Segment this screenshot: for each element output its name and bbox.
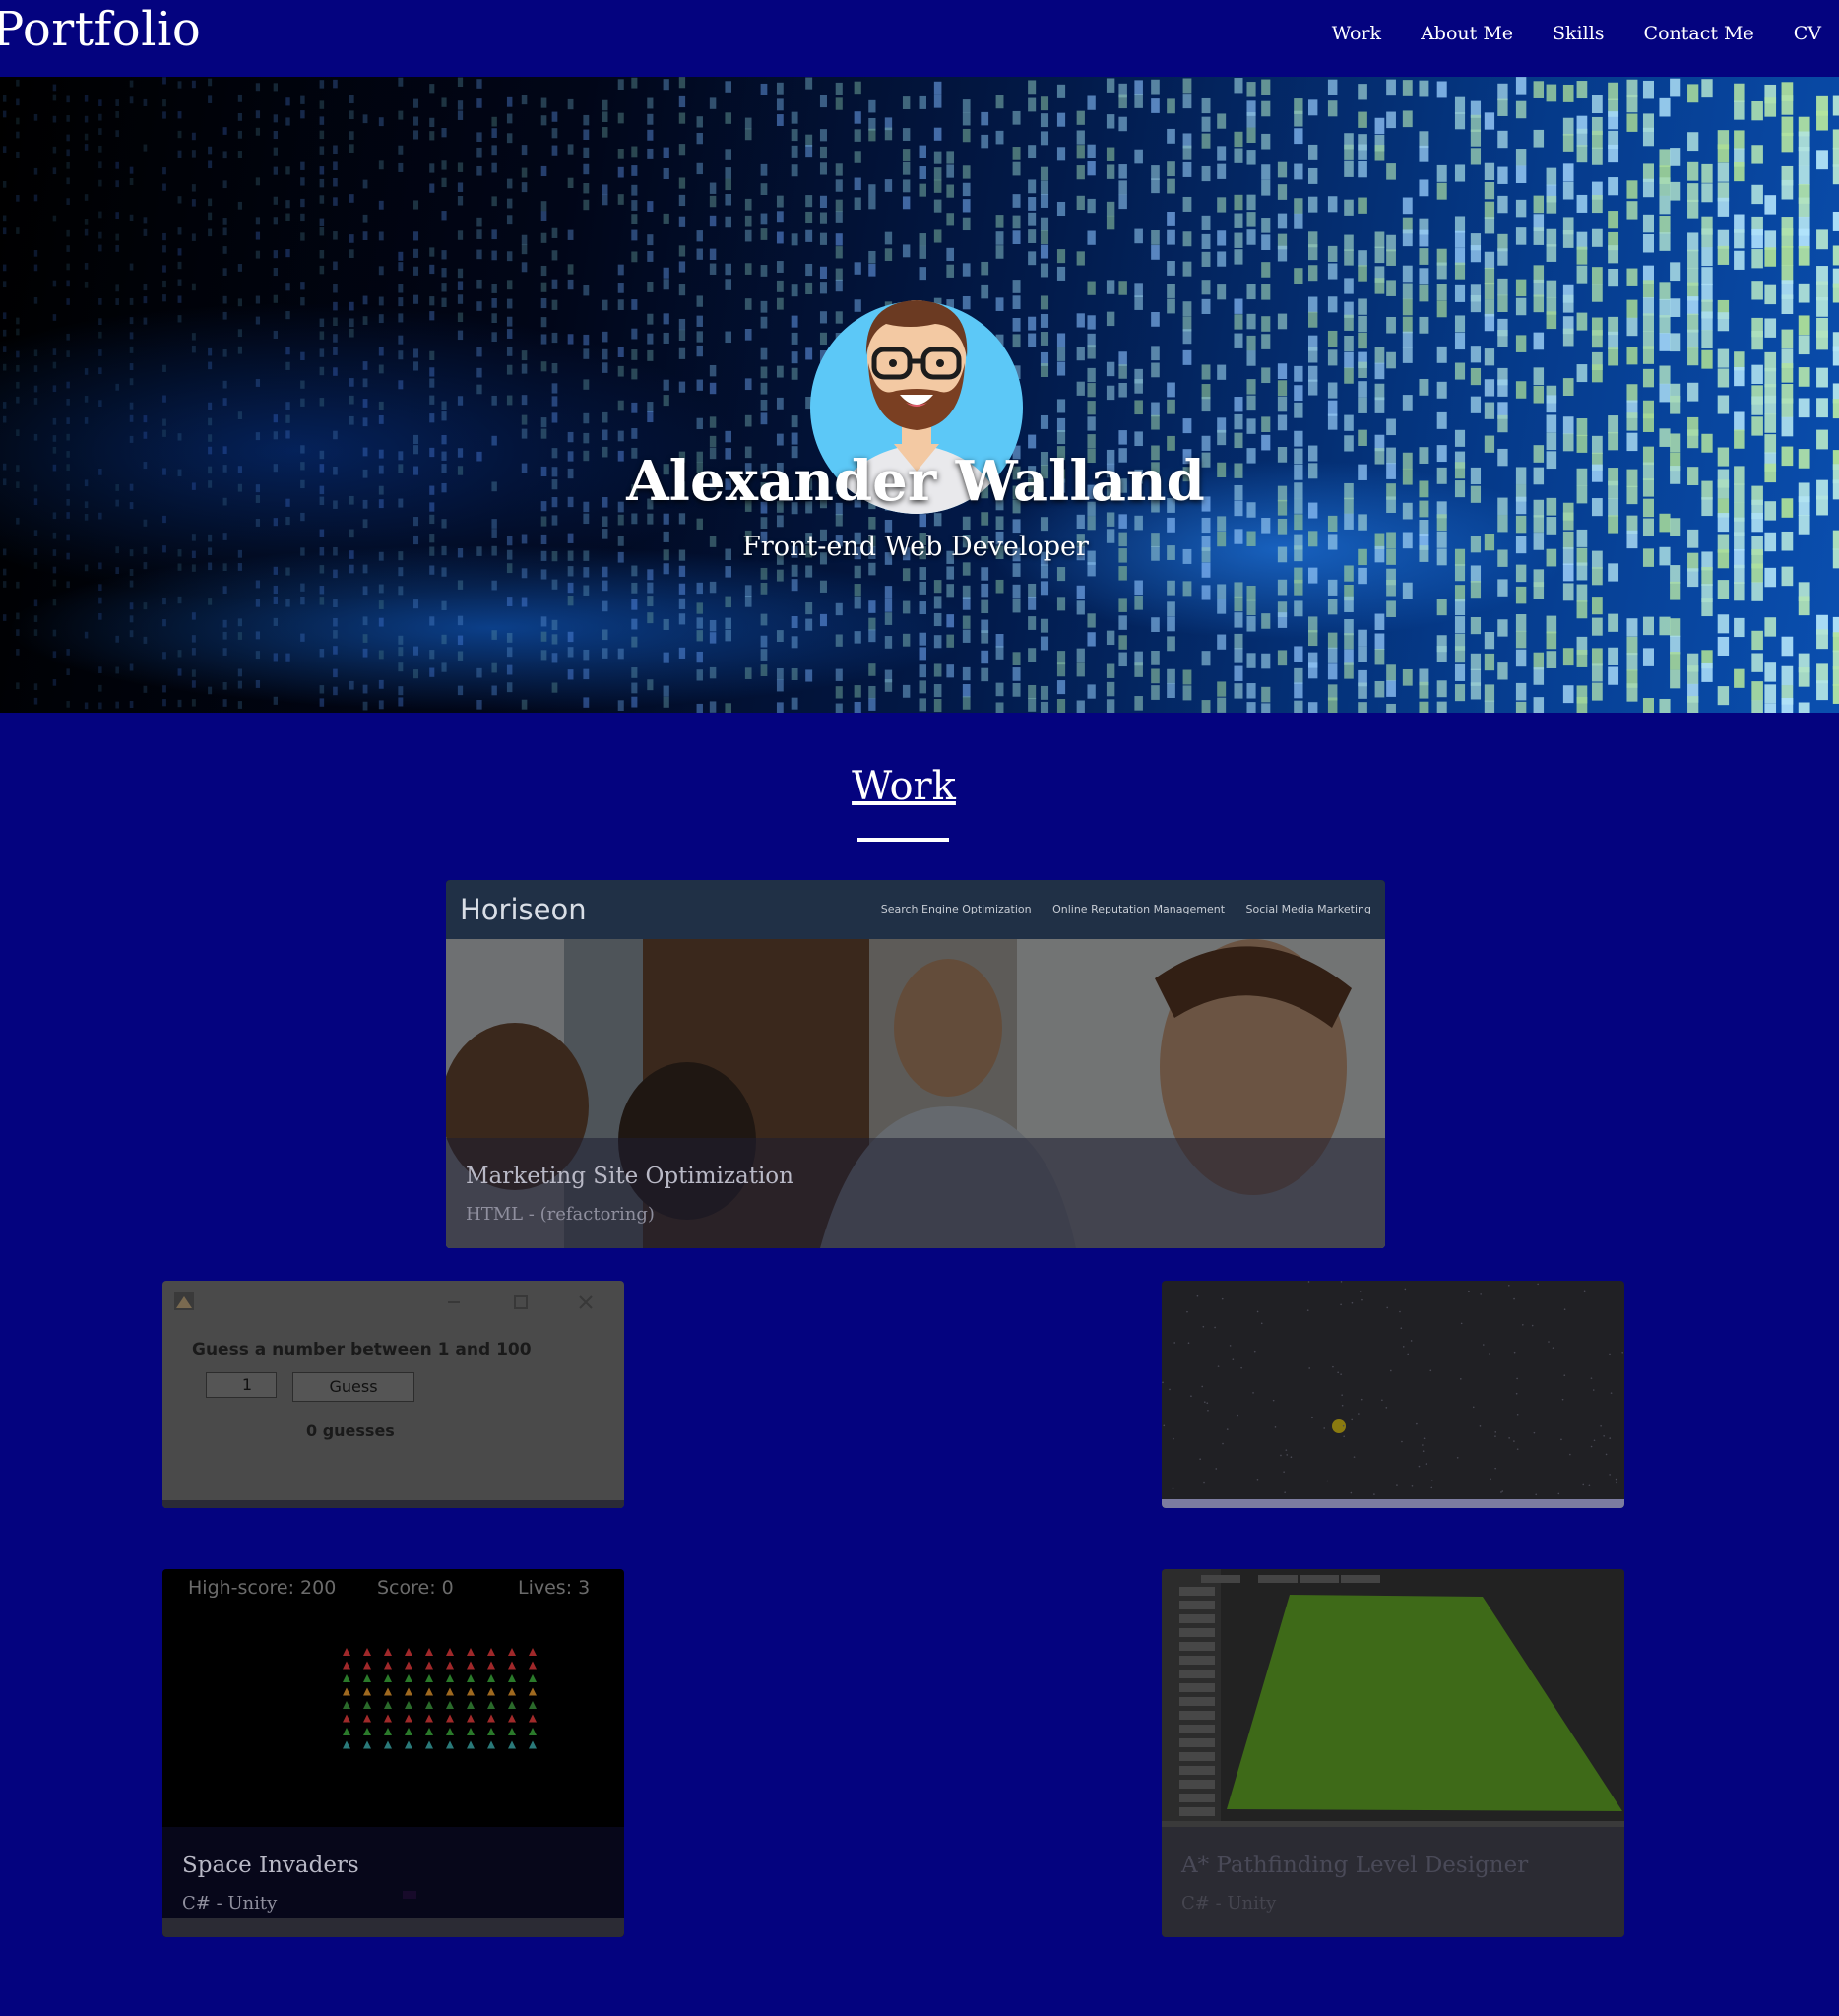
level-designer-preview	[1162, 1569, 1624, 1827]
project-card-marketing-site[interactable]: Horiseon Search Engine Optimization Onli…	[446, 880, 1385, 1248]
site-header: Portfolio Work About Me Skills Contact M…	[0, 0, 1839, 77]
work-title-divider	[857, 838, 949, 842]
project-card-guess-game[interactable]: Guess a number between 1 and 100 1 Guess…	[162, 1281, 624, 1508]
card-caption: A* Pathfinding Level Designer C# - Unity	[1162, 1827, 1624, 1937]
nav-skills[interactable]: Skills	[1553, 23, 1605, 44]
nav-contact-me[interactable]: Contact Me	[1644, 23, 1754, 44]
nav-cv[interactable]: CV	[1794, 23, 1821, 44]
project-title: Space Invaders	[182, 1853, 359, 1878]
guess-count: 0 guesses	[306, 1421, 395, 1440]
site-preview-link: Social Media Marketing	[1245, 903, 1371, 915]
card-bottom-strip	[162, 1918, 624, 1937]
card-caption: Marketing Site Optimization HTML - (refa…	[446, 1138, 1385, 1248]
guess-prompt: Guess a number between 1 and 100	[192, 1340, 532, 1359]
project-tech: C# - Unity	[1181, 1893, 1277, 1914]
main-nav: Work About Me Skills Contact Me CV	[1332, 0, 1839, 67]
work-section-title: Work	[852, 764, 956, 809]
site-preview-link: Search Engine Optimization	[880, 903, 1032, 915]
hero-role: Front-end Web Developer	[742, 532, 1089, 562]
hero-name: Alexander Walland	[626, 449, 1205, 514]
starfield-preview	[1162, 1281, 1623, 1496]
project-card-space-invaders[interactable]: High-score: 200 Score: 0 Lives: 3 Space …	[162, 1569, 624, 1937]
site-preview-logo: Horiseon	[460, 893, 587, 926]
project-card-astar[interactable]: A* Pathfinding Level Designer C# - Unity	[1162, 1569, 1624, 1937]
hero-banner: Alexander Walland Front-end Web Develope…	[0, 77, 1839, 713]
site-preview-nav: Search Engine Optimization Online Reputa…	[863, 880, 1371, 939]
site-preview-link: Online Reputation Management	[1052, 903, 1226, 915]
guess-number-input[interactable]: 1	[206, 1372, 277, 1398]
project-title: Marketing Site Optimization	[466, 1164, 793, 1189]
project-tech: C# - Unity	[182, 1893, 278, 1914]
project-tech: HTML - (refactoring)	[466, 1204, 655, 1225]
site-preview-header: Horiseon Search Engine Optimization Onli…	[446, 880, 1385, 939]
card-bottom-strip	[1162, 1499, 1624, 1508]
project-card-ball-game[interactable]	[1162, 1281, 1624, 1508]
window-controls	[174, 1292, 593, 1310]
nav-about-me[interactable]: About Me	[1421, 23, 1513, 44]
guess-button[interactable]: Guess	[292, 1372, 414, 1402]
project-title: A* Pathfinding Level Designer	[1181, 1853, 1529, 1878]
window-titlebar	[162, 1281, 624, 1320]
card-bottom-strip	[162, 1500, 624, 1508]
brand-logo[interactable]: Portfolio	[0, 0, 201, 59]
nav-work[interactable]: Work	[1332, 23, 1381, 44]
